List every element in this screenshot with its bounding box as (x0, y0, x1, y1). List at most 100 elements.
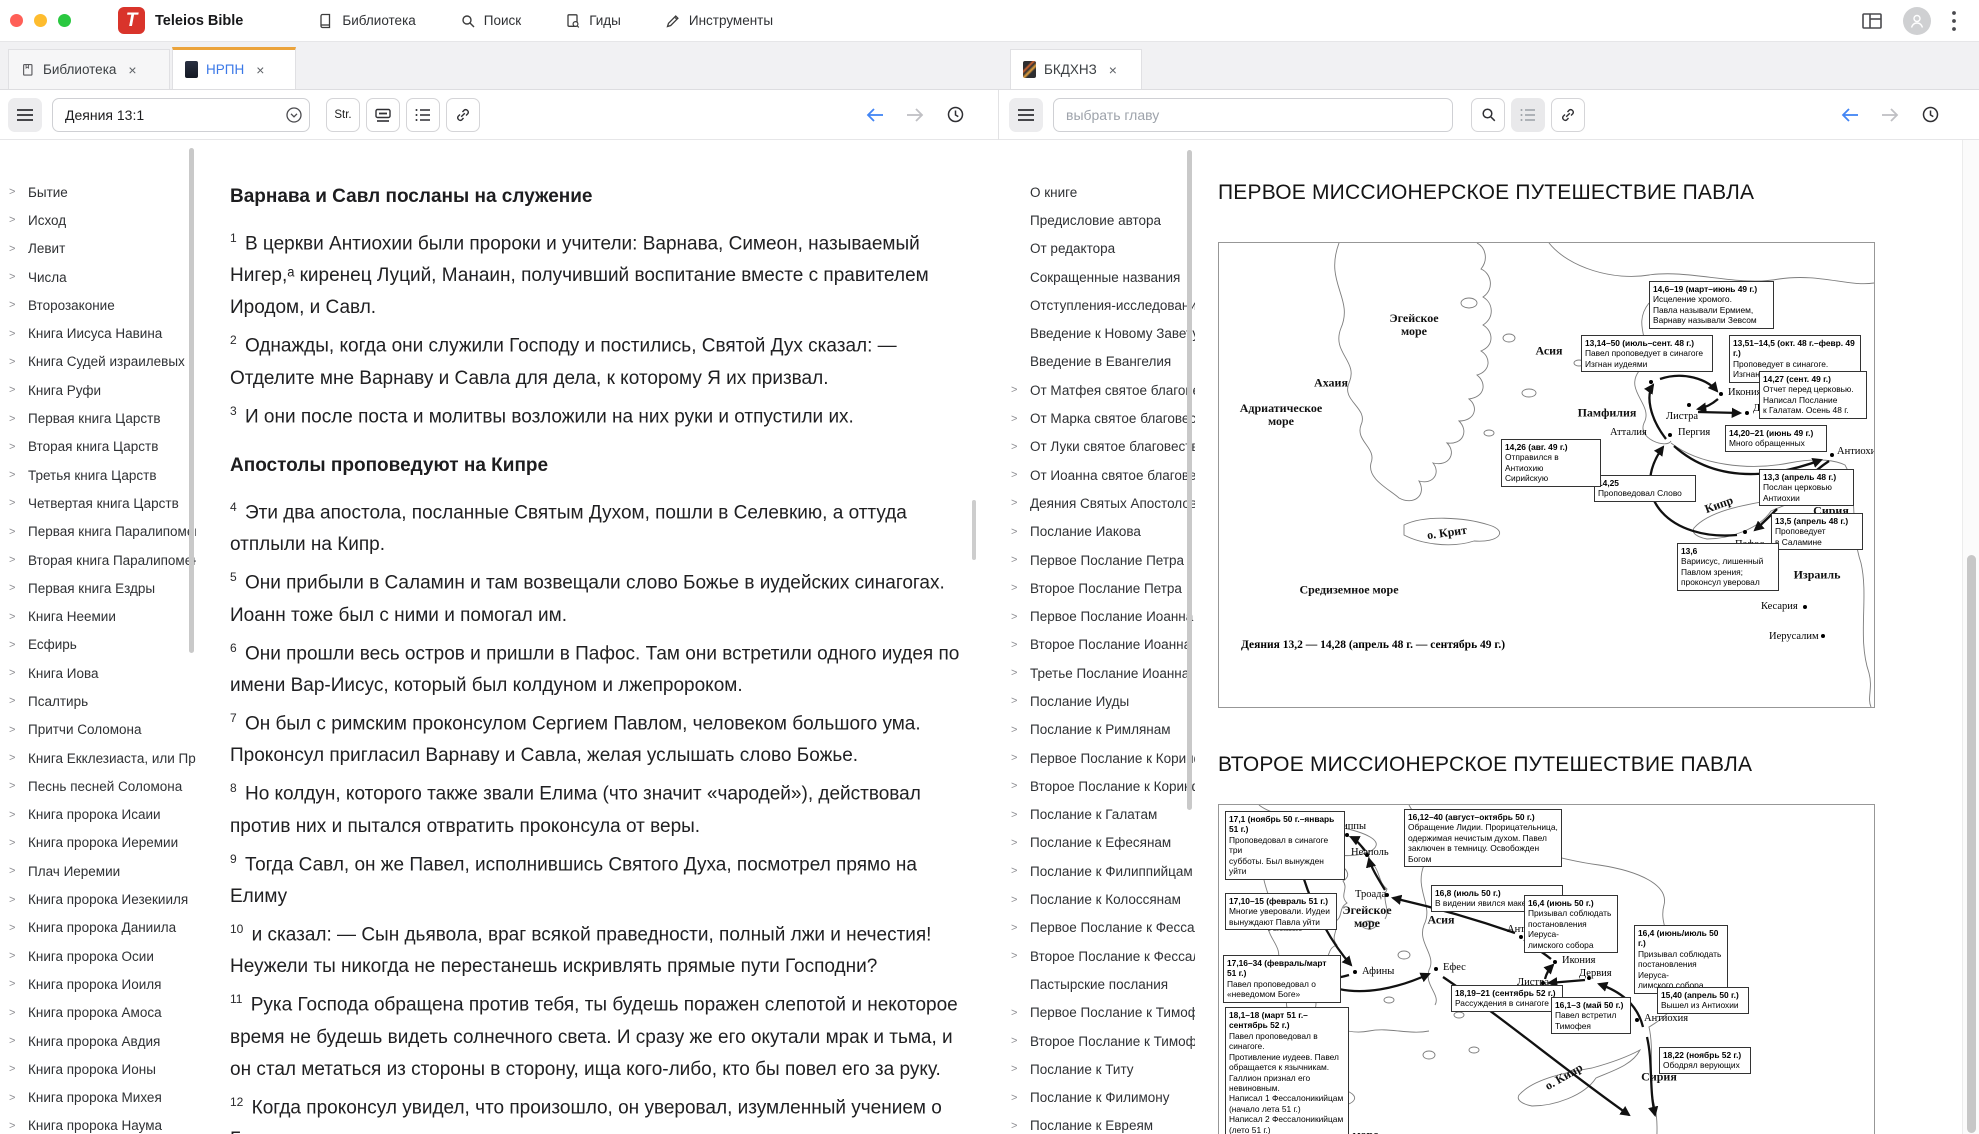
sidebar-toc-item[interactable]: Введение в Евангелия (999, 348, 1195, 376)
sidebar-book-item[interactable]: >Песнь песней Соломона (0, 772, 196, 800)
sidebar-toc-item[interactable]: Введение к Новому Завету (999, 319, 1195, 347)
sidebar-book-item[interactable]: >Книга пророка Иоиля (0, 970, 196, 998)
sidebar-scrollbar[interactable] (1187, 150, 1192, 810)
sidebar-toc-item[interactable]: >От Луки святое благовествование (999, 433, 1195, 461)
sidebar-book-item[interactable]: >Второзаконие (0, 291, 196, 319)
sidebar-toc-item[interactable]: >Второе Послание к Фессалоникийцам (999, 942, 1195, 970)
sidebar-book-item[interactable]: >Книга пророка Иеремии (0, 829, 196, 857)
sidebar-toc-item[interactable]: >Послание к Колоссянам (999, 885, 1195, 913)
history-clock-icon[interactable] (1917, 98, 1943, 132)
outline-list-button[interactable] (1511, 98, 1545, 132)
sidebar-toc-item[interactable]: О книге (999, 178, 1195, 206)
sidebar-toc-item[interactable]: >Второе Послание Петра (999, 574, 1195, 602)
sidebar-book-item[interactable]: >Числа (0, 263, 196, 291)
sidebar-toc-item[interactable]: Предисловие автора (999, 206, 1195, 234)
link-panes-button[interactable] (446, 98, 480, 132)
close-tab-icon[interactable]: × (256, 63, 264, 77)
sidebar-book-item[interactable]: >Книга Судей израилевых (0, 348, 196, 376)
sidebar-book-item[interactable]: >Книга пророка Ионы (0, 1055, 196, 1083)
sidebar-book-item[interactable]: >Вторая книга Царств (0, 433, 196, 461)
sidebar-toc-item[interactable]: От редактора (999, 235, 1195, 263)
sidebar-book-item[interactable]: >Левит (0, 235, 196, 263)
sidebar-book-item[interactable]: >Книга Екклезиаста, или Проповедника (0, 744, 196, 772)
sidebar-book-item[interactable]: >Книга Неемии (0, 602, 196, 630)
tab-bible-nrpn[interactable]: НРПН × (172, 47, 296, 89)
sidebar-toc-item[interactable]: >Первое Послание к Коринфянам (999, 744, 1195, 772)
sidebar-toc-item[interactable]: >Второе Послание Иоанна (999, 631, 1195, 659)
sidebar-toc-item[interactable]: >Послание к Евреям (999, 1112, 1195, 1134)
scrollbar-thumb[interactable] (1967, 555, 1976, 1133)
back-arrow-icon[interactable] (862, 98, 888, 132)
sidebar-toc-item[interactable]: >Первое Послание Иоанна (999, 602, 1195, 630)
sidebar-book-item[interactable]: >Книга пророка Иезекииля (0, 885, 196, 913)
nav-search[interactable]: Поиск (460, 13, 521, 29)
sidebar-toc-item[interactable]: >Послание к Римлянам (999, 716, 1195, 744)
close-tab-icon[interactable]: × (128, 63, 136, 77)
link-panes-button[interactable] (1551, 98, 1585, 132)
sidebar-toc-item[interactable]: >Третье Послание Иоанна (999, 659, 1195, 687)
sidebar-book-item[interactable]: >Вторая книга Паралипоменон (0, 546, 196, 574)
search-button[interactable] (1471, 98, 1505, 132)
text-scrollbar[interactable] (972, 500, 976, 560)
sidebar-book-item[interactable]: >Первая книга Царств (0, 404, 196, 432)
sidebar-scrollbar[interactable] (189, 148, 194, 653)
maximize-window-button[interactable] (58, 14, 71, 27)
sidebar-toc-item[interactable]: >Второе Послание к Коринфянам (999, 772, 1195, 800)
sidebar-book-item[interactable]: >Третья книга Царств (0, 461, 196, 489)
sidebar-toc-item[interactable]: Пастырские послания (999, 970, 1195, 998)
sidebar-book-item[interactable]: >Книга пророка Даниила (0, 914, 196, 942)
forward-arrow-icon[interactable] (902, 98, 928, 132)
sidebar-toc-item[interactable]: Отступления-исследования (999, 291, 1195, 319)
sidebar-toggle-button[interactable] (8, 98, 42, 132)
sidebar-book-item[interactable]: >Псалтирь (0, 687, 196, 715)
chevron-down-circle-icon[interactable] (285, 106, 303, 124)
sidebar-toc-item[interactable]: >Послание Иакова (999, 518, 1195, 546)
sidebar-book-item[interactable]: >Плач Иеремии (0, 857, 196, 885)
nav-library[interactable]: Библиотека (318, 13, 415, 29)
sidebar-book-item[interactable]: >Первая книга Ездры (0, 574, 196, 602)
reference-input[interactable] (52, 98, 310, 132)
layout-panels-icon[interactable] (1861, 11, 1883, 31)
sidebar-toc-item[interactable]: >Послание к Ефесянам (999, 829, 1195, 857)
sidebar-toc-item[interactable]: >Послание к Титу (999, 1055, 1195, 1083)
sidebar-book-item[interactable]: >Исход (0, 206, 196, 234)
sidebar-toc-item[interactable]: >Послание к Филиппийцам (999, 857, 1195, 885)
avatar[interactable] (1903, 7, 1931, 35)
tab-library[interactable]: Библиотека × (8, 49, 170, 89)
reading-view-button[interactable] (366, 98, 400, 132)
sidebar-toc-item[interactable]: >От Марка святое благовествование (999, 404, 1195, 432)
nav-tools[interactable]: Инструменты (665, 13, 773, 29)
sidebar-book-item[interactable]: >Бытие (0, 178, 196, 206)
sidebar-toc-item[interactable]: >Первое Послание к Фессалоникийцам (999, 914, 1195, 942)
chapter-select-input[interactable] (1053, 98, 1453, 132)
sidebar-toc-item[interactable]: >Послание к Галатам (999, 801, 1195, 829)
tab-book-bkdhnz[interactable]: БКДХНЗ × (1010, 49, 1142, 89)
close-tab-icon[interactable]: × (1109, 63, 1117, 77)
sidebar-book-item[interactable]: >Книга пророка Авдия (0, 1027, 196, 1055)
sidebar-toc-item[interactable]: >Второе Послание к Тимофею (999, 1027, 1195, 1055)
sidebar-toc-item[interactable]: >Послание к Филимону (999, 1084, 1195, 1112)
sidebar-book-item[interactable]: >Есфирь (0, 631, 196, 659)
strongs-toggle-button[interactable]: Str. (326, 98, 360, 132)
sidebar-book-item[interactable]: >Первая книга Паралипоменон (0, 518, 196, 546)
sidebar-book-item[interactable]: >Четвертая книга Царств (0, 489, 196, 517)
sidebar-toc-item[interactable]: >Послание Иуды (999, 687, 1195, 715)
history-clock-icon[interactable] (942, 98, 968, 132)
sidebar-book-item[interactable]: >Книга пророка Наума (0, 1112, 196, 1134)
sidebar-toc-item[interactable]: >От Иоанна святое благовествование (999, 461, 1195, 489)
sidebar-book-item[interactable]: >Книга пророка Михея (0, 1084, 196, 1112)
forward-arrow-icon[interactable] (1877, 98, 1903, 132)
sidebar-book-item[interactable]: >Книга пророка Амоса (0, 999, 196, 1027)
sidebar-toggle-button[interactable] (1009, 98, 1043, 132)
sidebar-toc-item[interactable]: >Первое Послание Петра (999, 546, 1195, 574)
sidebar-book-item[interactable]: >Книга пророка Осии (0, 942, 196, 970)
close-window-button[interactable] (10, 14, 23, 27)
back-arrow-icon[interactable] (1837, 98, 1863, 132)
sidebar-book-item[interactable]: >Притчи Соломона (0, 716, 196, 744)
minimize-window-button[interactable] (34, 14, 47, 27)
outline-list-button[interactable] (406, 98, 440, 132)
nav-guides[interactable]: Гиды (565, 13, 621, 29)
sidebar-toc-item[interactable]: >Первое Послание к Тимофею (999, 999, 1195, 1027)
kebab-menu-icon[interactable] (1951, 10, 1957, 32)
sidebar-toc-item[interactable]: Сокращенные названия (999, 263, 1195, 291)
